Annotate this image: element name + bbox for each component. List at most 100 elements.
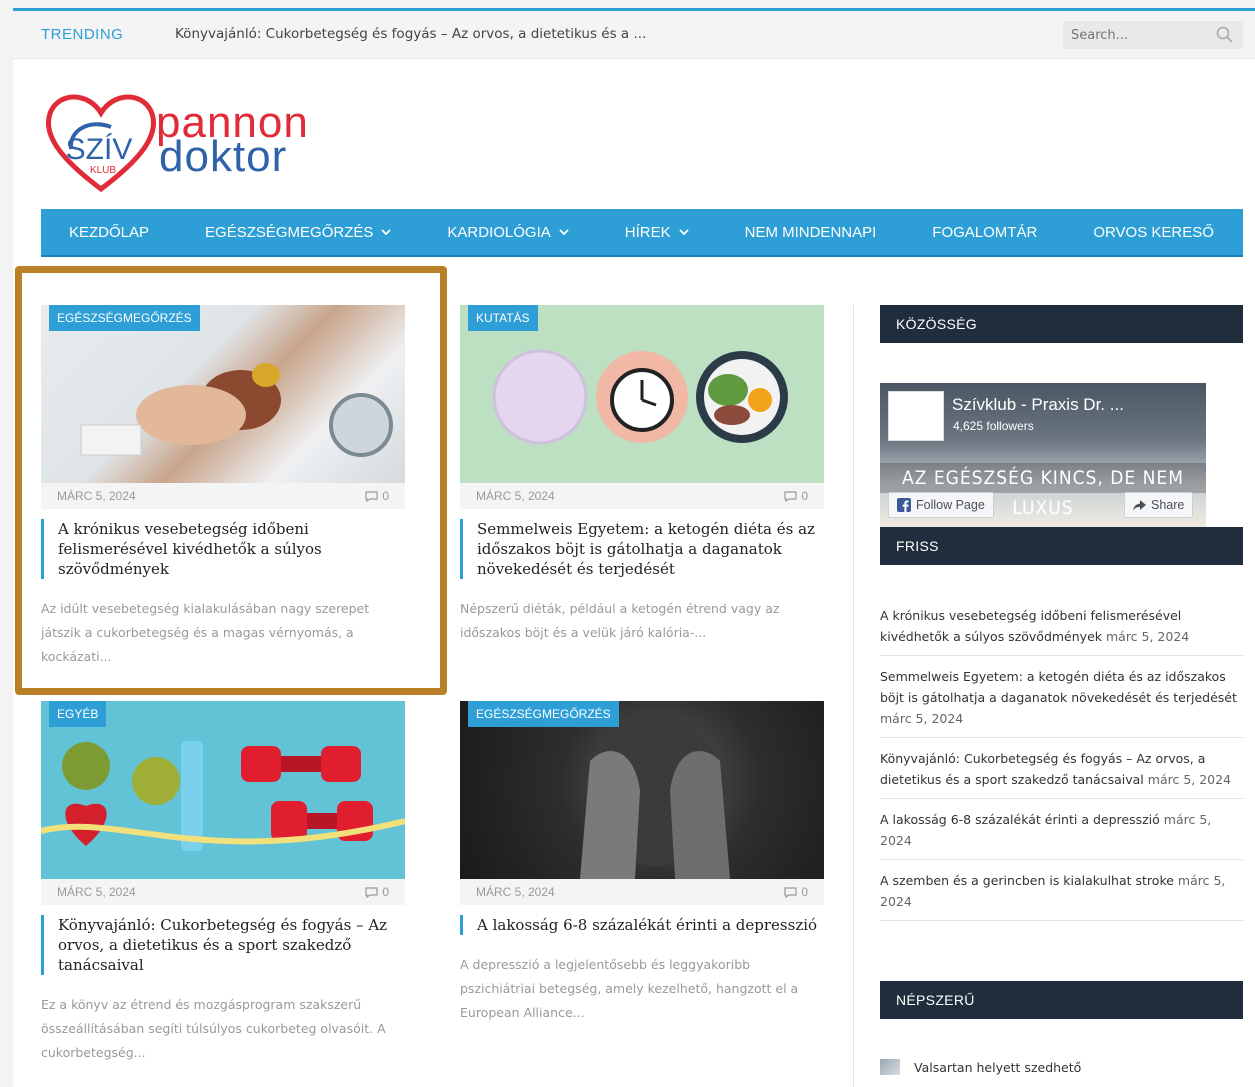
fb-cover-banner: AZ EGÉSZSÉG KINCS, DE NEM LUXUS bbox=[880, 463, 1206, 519]
widget-popular: NÉPSZERŰ bbox=[880, 981, 1243, 1019]
kidney-illustration bbox=[80, 363, 393, 457]
nav-item-2[interactable]: EGÉSZSÉGMEGŐRZÉS bbox=[177, 209, 419, 255]
article-image-kidney[interactable]: EGÉSZSÉGMEGŐRZÉS bbox=[41, 305, 405, 483]
fb-page-name[interactable]: Szívklub - Praxis Dr. ... bbox=[952, 395, 1124, 415]
article-meta: MÁRC 5, 2024 0 bbox=[460, 483, 824, 509]
nav-item-label: EGÉSZSÉGMEGŐRZÉS bbox=[205, 223, 374, 241]
fb-share-button[interactable]: Share bbox=[1124, 492, 1194, 518]
article-excerpt: Az idült vesebetegség kialakulásában nag… bbox=[41, 601, 370, 664]
category-badge[interactable]: EGÉSZSÉGMEGŐRZÉS bbox=[49, 305, 200, 331]
widget-title-community: KÖZÖSSÉG bbox=[880, 305, 1243, 343]
comment-icon bbox=[365, 886, 378, 898]
share-arrow-icon bbox=[1133, 499, 1146, 511]
recent-post-item[interactable]: A lakosság 6-8 százalékát érinti a depre… bbox=[880, 809, 1243, 860]
facebook-page-widget[interactable]: Szívklub - Praxis Dr. ... 4,625 follower… bbox=[880, 383, 1206, 529]
logo-word-doktor: doktor bbox=[159, 132, 288, 181]
article-meta: MÁRC 5, 2024 0 bbox=[41, 483, 405, 509]
chevron-down-icon bbox=[381, 229, 392, 236]
article-title[interactable]: Könyvajánló: Cukorbetegség és fogyás – A… bbox=[41, 915, 405, 975]
article-meta: MÁRC 5, 2024 0 bbox=[460, 879, 824, 905]
comment-count[interactable]: 0 bbox=[784, 885, 808, 899]
article-title[interactable]: A krónikus vesebetegség időbeni felismer… bbox=[41, 519, 405, 579]
recent-post-title[interactable]: A szemben és a gerincben is kialakulhat … bbox=[880, 873, 1174, 888]
category-badge[interactable]: KUTATÁS bbox=[468, 305, 538, 331]
search-icon[interactable] bbox=[1215, 25, 1235, 45]
article-card-3[interactable]: EGYÉB MÁRC 5, 2024 0 Könyvajánló: Cukorb… bbox=[41, 701, 405, 1065]
category-badge[interactable]: EGYÉB bbox=[49, 701, 107, 727]
article-excerpt: Népszerű diéták, például a ketogén étren… bbox=[460, 601, 780, 640]
nav-item-label: FOGALOMTÁR bbox=[932, 223, 1038, 241]
fb-page-avatar[interactable] bbox=[888, 391, 944, 441]
widget-recent: FRISS bbox=[880, 527, 1243, 565]
trending-link[interactable]: Könyvajánló: Cukorbetegség és fogyás – A… bbox=[175, 26, 646, 42]
recent-post-item[interactable]: A szemben és a gerincben is kialakulhat … bbox=[880, 870, 1243, 921]
fb-follow-label: Follow Page bbox=[916, 498, 985, 512]
nav-item-label: KEZDŐLAP bbox=[69, 223, 150, 241]
article-date: MÁRC 5, 2024 bbox=[57, 489, 136, 503]
nav-item-4[interactable]: HÍREK bbox=[597, 209, 717, 255]
widget-title-popular: NÉPSZERŰ bbox=[880, 981, 1243, 1019]
plates-clock-illustration bbox=[492, 349, 788, 445]
article-card-4[interactable]: EGÉSZSÉGMEGŐRZÉS MÁRC 5, 2024 0 A lakoss… bbox=[460, 701, 824, 1025]
article-image-plates[interactable]: KUTATÁS bbox=[460, 305, 824, 483]
article-meta: MÁRC 5, 2024 0 bbox=[41, 879, 405, 905]
popular-post-title[interactable]: Valsartan helyett szedhető bbox=[914, 1060, 1081, 1075]
article-date: MÁRC 5, 2024 bbox=[476, 489, 555, 503]
chevron-down-icon bbox=[678, 229, 689, 236]
nav-item-label: ORVOS KERESŐ bbox=[1093, 223, 1214, 241]
category-badge[interactable]: EGÉSZSÉGMEGŐRZÉS bbox=[468, 701, 619, 727]
article-image-fitness[interactable]: EGYÉB bbox=[41, 701, 405, 879]
person-hands-illustration bbox=[580, 716, 730, 879]
widget-title-recent: FRISS bbox=[880, 527, 1243, 565]
fb-followers: 4,625 followers bbox=[953, 419, 1034, 433]
comment-count-value: 0 bbox=[801, 885, 808, 899]
recent-post-item[interactable]: Semmelweis Egyetem: a ketogén diéta és a… bbox=[880, 666, 1243, 738]
article-title[interactable]: A lakosság 6-8 százalékát érinti a depre… bbox=[460, 915, 824, 935]
nav-item-label: HÍREK bbox=[624, 223, 671, 241]
article-card-1[interactable]: EGÉSZSÉGMEGŐRZÉS MÁRC 5, 2024 0 A krónik… bbox=[41, 305, 405, 669]
recent-post-title[interactable]: Semmelweis Egyetem: a ketogén diéta és a… bbox=[880, 669, 1237, 705]
popular-post-item[interactable]: Valsartan helyett szedhető bbox=[880, 1059, 1081, 1075]
comment-count[interactable]: 0 bbox=[365, 885, 389, 899]
site-logo[interactable]: SZÍV KLUB pannon doktor bbox=[41, 89, 331, 199]
comment-count[interactable]: 0 bbox=[784, 489, 808, 503]
nav-item-5[interactable]: NEM MINDENNAPI bbox=[717, 209, 905, 255]
popular-post-thumbnail[interactable] bbox=[880, 1059, 900, 1075]
comment-count-value: 0 bbox=[801, 489, 808, 503]
trending-label: TRENDING bbox=[41, 26, 124, 43]
top-bar: TRENDING Könyvajánló: Cukorbetegség és f… bbox=[13, 11, 1255, 59]
comment-count-value: 0 bbox=[382, 885, 389, 899]
article-date: MÁRC 5, 2024 bbox=[476, 885, 555, 899]
chevron-down-icon bbox=[559, 229, 569, 236]
article-excerpt: Ez a könyv az étrend és mozgásprogram sz… bbox=[41, 997, 386, 1060]
comment-count[interactable]: 0 bbox=[365, 489, 389, 503]
nav-item-3[interactable]: KARDIOLÓGIA bbox=[419, 209, 596, 255]
comment-icon bbox=[365, 490, 378, 502]
article-date: MÁRC 5, 2024 bbox=[57, 885, 136, 899]
heart-logo-icon: SZÍV KLUB bbox=[45, 94, 157, 193]
facebook-icon bbox=[897, 498, 911, 512]
comment-count-value: 0 bbox=[382, 489, 389, 503]
recent-post-item[interactable]: A krónikus vesebetegség időbeni felismer… bbox=[880, 605, 1243, 656]
nav-item-label: NEM MINDENNAPI bbox=[744, 223, 877, 241]
article-excerpt: A depresszió a legjelentősebb és leggyak… bbox=[460, 957, 799, 1020]
article-title[interactable]: Semmelweis Egyetem: a ketogén diéta és a… bbox=[460, 519, 824, 579]
recent-post-date: márc 5, 2024 bbox=[1105, 629, 1190, 644]
fb-follow-button[interactable]: Follow Page bbox=[888, 492, 994, 518]
article-card-2[interactable]: KUTATÁS MÁRC 5, 2024 0 Semmelweis Egyete… bbox=[460, 305, 824, 645]
nav-item-7[interactable]: ORVOS KERESŐ bbox=[1065, 209, 1242, 255]
nav-item-6[interactable]: FOGALOMTÁR bbox=[904, 209, 1065, 255]
widget-community: KÖZÖSSÉG bbox=[880, 305, 1243, 343]
comment-icon bbox=[784, 490, 797, 502]
column-divider bbox=[853, 305, 854, 1087]
recent-post-title[interactable]: A lakosság 6-8 százalékát érinti a depre… bbox=[880, 812, 1160, 827]
nav-item-1[interactable]: KEZDŐLAP bbox=[41, 209, 177, 255]
logo-badge-text: SZÍV bbox=[66, 133, 133, 166]
main-nav: KEZDŐLAP EGÉSZSÉGMEGŐRZÉS KARDIOLÓGIA HÍREK… bbox=[41, 209, 1243, 257]
logo-badge-sub: KLUB bbox=[90, 165, 116, 176]
nav-item-label: KARDIOLÓGIA bbox=[447, 223, 551, 241]
recent-posts-list: A krónikus vesebetegség időbeni felismer… bbox=[880, 605, 1243, 931]
page: TRENDING Könyvajánló: Cukorbetegség és f… bbox=[13, 8, 1255, 1087]
article-image-depression[interactable]: EGÉSZSÉGMEGŐRZÉS bbox=[460, 701, 824, 879]
recent-post-item[interactable]: Könyvajánló: Cukorbetegség és fogyás – A… bbox=[880, 748, 1243, 799]
